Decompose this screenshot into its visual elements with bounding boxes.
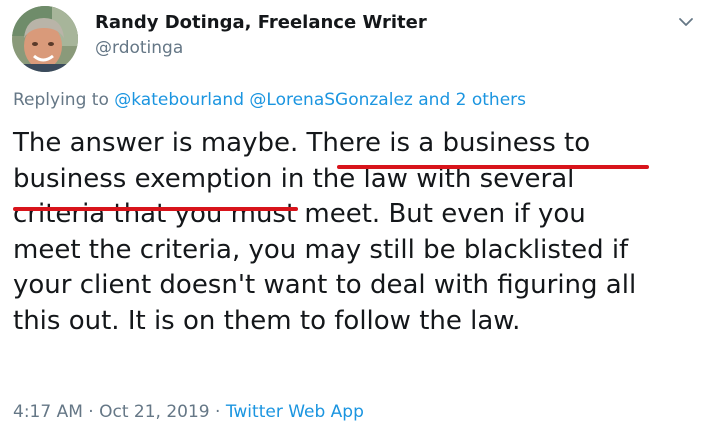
replying-prefix: Replying to — [13, 90, 109, 110]
replying-to: Replying to @katebourland @LorenaSGonzal… — [13, 90, 526, 110]
chevron-down-icon[interactable] — [676, 12, 696, 32]
tweet-line: meet the criteria, you may still be blac… — [13, 234, 629, 265]
meta-separator: · — [215, 402, 221, 422]
author-name[interactable]: Randy Dotinga, Freelance Writer — [95, 12, 427, 33]
tweet-date[interactable]: Oct 21, 2019 — [99, 402, 210, 422]
tweet-line: your client doesn't want to deal with fi… — [13, 270, 637, 300]
meta-separator: · — [88, 402, 94, 422]
others-link[interactable]: and 2 others — [418, 90, 526, 110]
tweet-time[interactable]: 4:17 AM — [13, 402, 83, 422]
mention-link[interactable]: @LorenaSGonzalez — [249, 90, 412, 110]
tweet-line: criteria that you must meet. But even if… — [13, 199, 586, 229]
highlight-underline — [13, 207, 298, 211]
tweet-text: The answer is maybe. There is a business… — [13, 126, 703, 339]
tweet-card: Randy Dotinga, Freelance Writer @rdoting… — [0, 0, 707, 437]
tweet-meta: 4:17 AM · Oct 21, 2019 · Twitter Web App — [13, 402, 364, 422]
mention-link[interactable]: @katebourland — [114, 90, 244, 110]
author-handle[interactable]: @rdotinga — [95, 38, 183, 58]
avatar[interactable] — [12, 6, 78, 72]
tweet-source[interactable]: Twitter Web App — [226, 402, 364, 422]
tweet-line: The answer is maybe. There is a business… — [13, 128, 591, 158]
avatar-image — [12, 6, 78, 72]
tweet-line: this out. It is on them to follow the la… — [13, 305, 521, 336]
highlight-underline — [337, 165, 649, 169]
